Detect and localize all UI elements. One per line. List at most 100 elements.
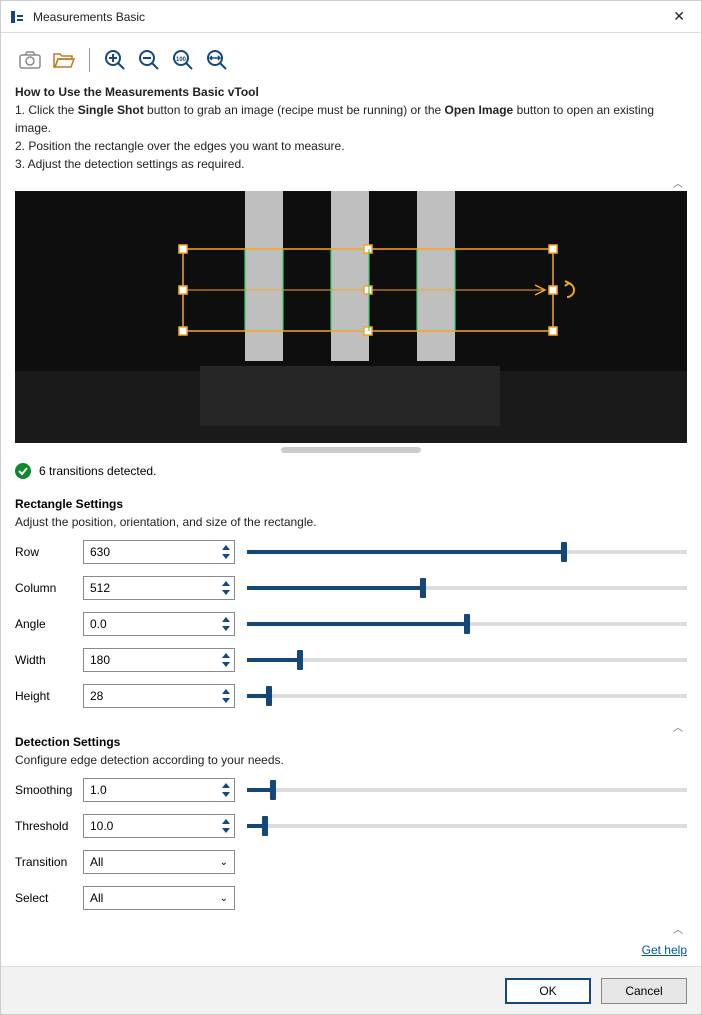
help-row: Get help [15,943,687,957]
instruction-line-3: 3. Adjust the detection settings as requ… [15,155,687,173]
open-image-button[interactable] [49,45,79,75]
spin-updown-icon [221,818,231,834]
spin-updown-icon [221,616,231,632]
image-scrollbar[interactable] [281,447,421,453]
threshold-spin-buttons[interactable] [218,815,234,837]
zoom-out-icon [138,49,160,71]
instructions-collapse-row: ︿ [15,175,687,189]
zoom-100-icon: 100 [172,49,194,71]
instructions-heading: How to Use the Measurements Basic vTool [15,83,687,101]
width-spin-buttons[interactable] [218,649,234,671]
smoothing-spin-buttons[interactable] [218,779,234,801]
window-title: Measurements Basic [33,10,665,24]
single-shot-button[interactable] [15,45,45,75]
detection-settings-subtitle: Configure edge detection according to yo… [15,753,687,767]
folder-open-icon [53,51,75,69]
select-field-row: Select All ⌄ [15,885,687,911]
select-value: All [90,891,103,905]
smoothing-slider[interactable] [247,782,687,798]
angle-spinner[interactable] [83,612,235,636]
app-icon [9,9,25,25]
row-spinner[interactable] [83,540,235,564]
smoothing-field-row: Smoothing [15,777,687,803]
angle-spin-buttons[interactable] [218,613,234,635]
threshold-spinner[interactable] [83,814,235,838]
zoom-in-icon [104,49,126,71]
column-field-row: Column [15,575,687,601]
zoom-fit-icon [206,49,228,71]
cancel-button[interactable]: Cancel [601,978,687,1004]
instruction-line-2: 2. Position the rectangle over the edges… [15,137,687,155]
instructions: How to Use the Measurements Basic vTool … [15,83,687,173]
image-viewer[interactable] [15,191,687,443]
width-spinner[interactable] [83,648,235,672]
height-label: Height [15,689,83,703]
row-label: Row [15,545,83,559]
instruction-line-1: 1. Click the Single Shot button to grab … [15,101,687,137]
width-label: Width [15,653,83,667]
spin-updown-icon [221,688,231,704]
angle-label: Angle [15,617,83,631]
titlebar: Measurements Basic ✕ [1,1,701,33]
rectangle-settings-subtitle: Adjust the position, orientation, and si… [15,515,687,529]
transition-value: All [90,855,103,869]
transition-select[interactable]: All ⌄ [83,850,235,874]
get-help-link[interactable]: Get help [642,943,687,957]
ok-button[interactable]: OK [505,978,591,1004]
width-field-row: Width [15,647,687,673]
row-input[interactable] [84,545,218,559]
threshold-field-row: Threshold [15,813,687,839]
detection-collapse-row: ︿ [15,921,687,935]
smoothing-spinner[interactable] [83,778,235,802]
width-input[interactable] [84,653,218,667]
row-spin-buttons[interactable] [218,541,234,563]
spin-updown-icon [221,782,231,798]
spin-updown-icon [221,652,231,668]
height-slider[interactable] [247,688,687,704]
row-slider[interactable] [247,544,687,560]
threshold-slider[interactable] [247,818,687,834]
column-slider[interactable] [247,580,687,596]
status-row: 6 transitions detected. [15,463,687,479]
zoom-100-button[interactable]: 100 [168,45,198,75]
column-spinner[interactable] [83,576,235,600]
success-check-icon [15,463,31,479]
transition-label: Transition [15,855,83,869]
width-slider[interactable] [247,652,687,668]
select-select[interactable]: All ⌄ [83,886,235,910]
svg-text:100: 100 [176,57,187,63]
angle-slider[interactable] [247,616,687,632]
spin-updown-icon [221,580,231,596]
status-text: 6 transitions detected. [39,464,156,478]
camera-icon [19,51,41,69]
height-spin-buttons[interactable] [218,685,234,707]
column-spin-buttons[interactable] [218,577,234,599]
footer: OK Cancel [1,966,701,1014]
rectangle-settings-title: Rectangle Settings [15,497,687,511]
column-input[interactable] [84,581,218,595]
row-field-row: Row [15,539,687,565]
height-input[interactable] [84,689,218,703]
zoom-in-button[interactable] [100,45,130,75]
content-area: 100 How to Use the Measurements Basic vT… [1,33,701,957]
select-label: Select [15,891,83,905]
zoom-fit-button[interactable] [202,45,232,75]
chevron-up-icon[interactable]: ︿ [669,921,687,935]
rectangle-collapse-row: ︿ [15,719,687,733]
column-label: Column [15,581,83,595]
smoothing-input[interactable] [84,783,218,797]
chevron-up-icon[interactable]: ︿ [669,175,687,189]
close-button[interactable]: ✕ [665,4,693,29]
chevron-down-icon: ⌄ [220,857,228,868]
threshold-label: Threshold [15,819,83,833]
toolbar: 100 [15,45,687,75]
threshold-input[interactable] [84,819,218,833]
smoothing-label: Smoothing [15,783,83,797]
height-spinner[interactable] [83,684,235,708]
angle-field-row: Angle [15,611,687,637]
zoom-out-button[interactable] [134,45,164,75]
chevron-down-icon: ⌄ [220,893,228,904]
angle-input[interactable] [84,617,218,631]
chevron-up-icon[interactable]: ︿ [669,719,687,733]
spin-updown-icon [221,544,231,560]
